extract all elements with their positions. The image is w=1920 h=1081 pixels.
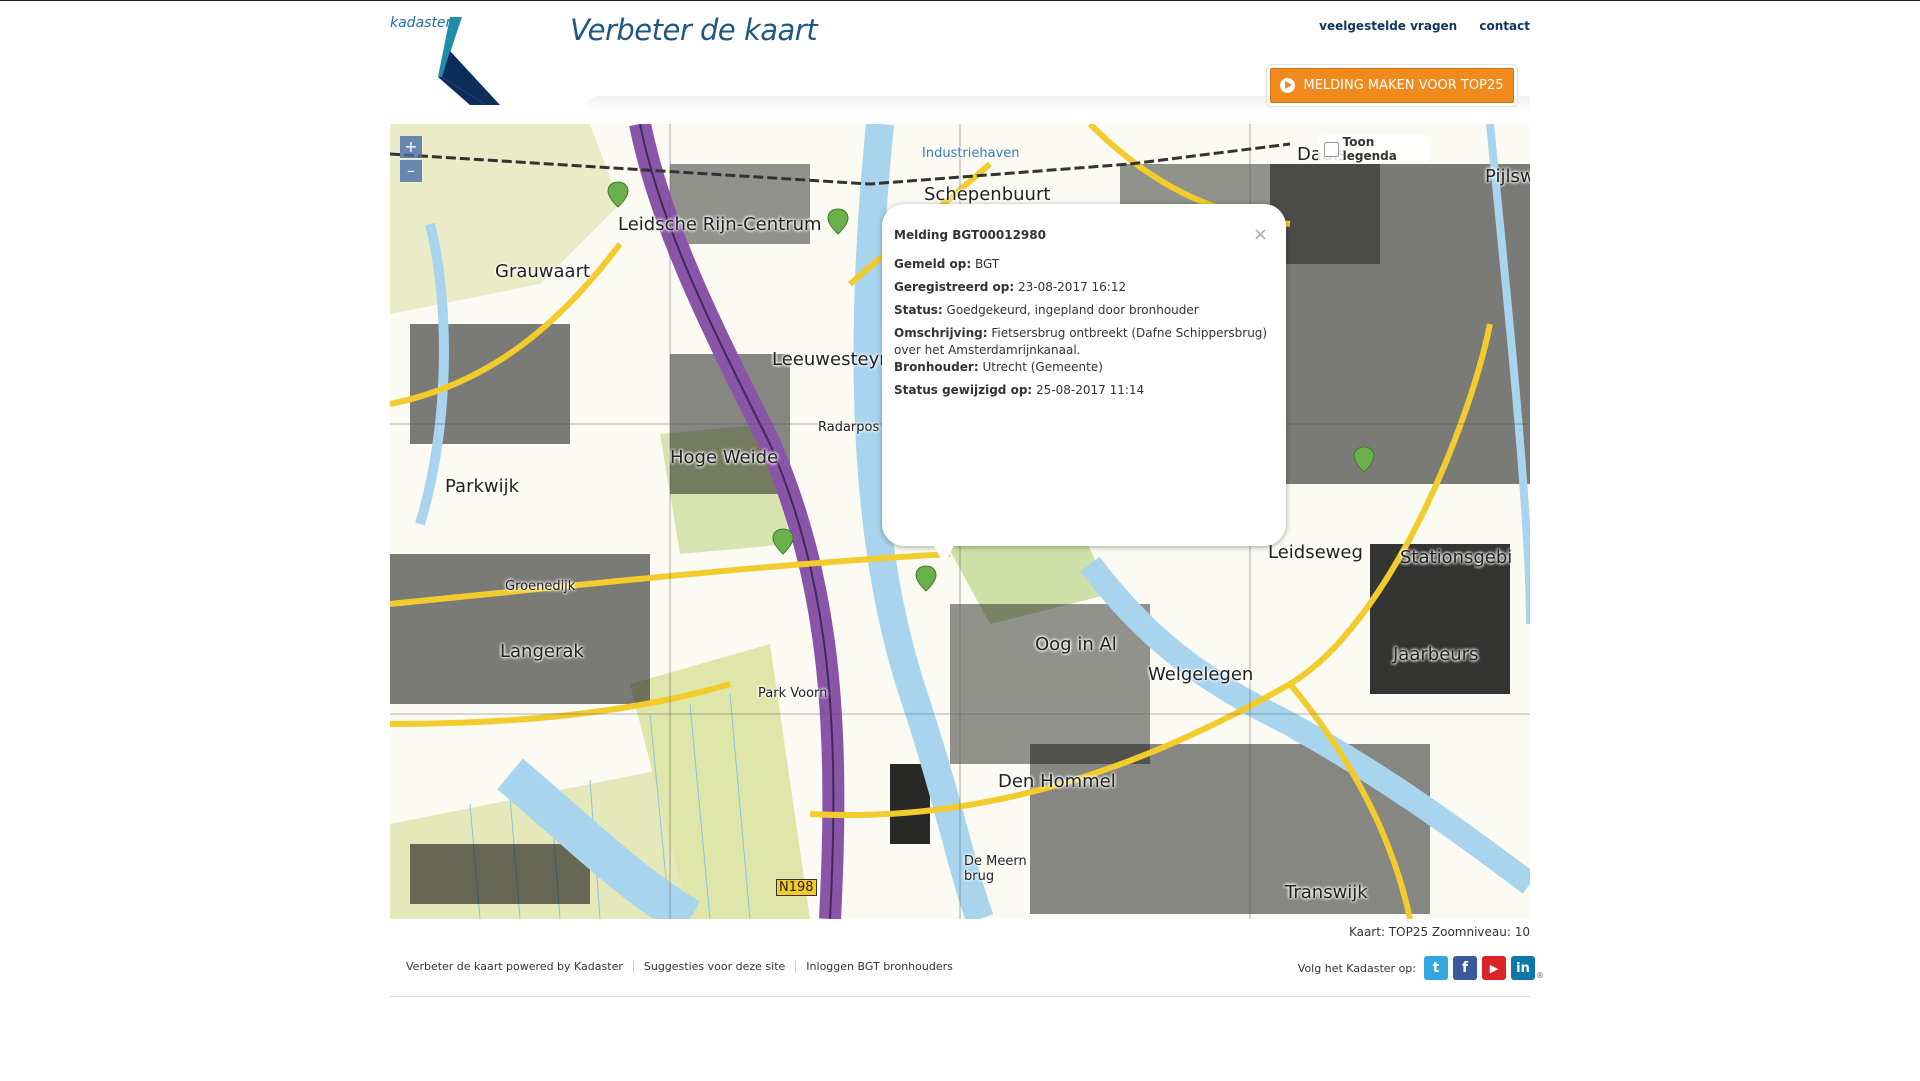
map-label-industriehaven: Industriehaven	[922, 146, 1020, 161]
faq-link[interactable]: veelgestelde vragen	[1319, 19, 1457, 33]
social-links: Volg het Kadaster op: t f ▶ in ®	[1298, 956, 1544, 980]
contact-link[interactable]: contact	[1479, 19, 1530, 33]
play-icon	[1280, 78, 1296, 93]
map-label-radarpos: Radarpos	[818, 420, 880, 435]
close-icon[interactable]: ×	[1253, 224, 1268, 245]
kadaster-logo[interactable]: kadaster	[390, 11, 520, 106]
zoom-controls: + –	[400, 136, 422, 184]
map-viewer[interactable]: Leidsche Rijn-Centrum Grauwaart Leeuwest…	[390, 124, 1530, 919]
map-label-jaarbeurs: Jaarbeurs	[1393, 644, 1479, 665]
footer-link-inloggen[interactable]: Inloggen BGT bronhouders	[795, 960, 963, 973]
registered-mark-icon: ®	[1536, 971, 1544, 980]
map-label-n198: N198	[776, 879, 817, 896]
site-title: Verbeter de kaart	[570, 13, 818, 47]
zoom-in-button[interactable]: +	[400, 136, 422, 158]
popup-pointer	[934, 546, 954, 564]
legend-toggle-label: Toon legenda	[1342, 135, 1397, 163]
facebook-icon[interactable]: f	[1453, 956, 1477, 980]
map-label-parkwijk: Parkwijk	[445, 476, 520, 497]
social-label: Volg het Kadaster op:	[1297, 961, 1416, 975]
map-label-park-voorn: Park Voorn	[758, 686, 828, 701]
map-label-hoge-weide: Hoge Weide	[670, 447, 779, 468]
popup-title: Melding BGT00012980	[894, 228, 1046, 242]
footer-links: Verbeter de kaart powered by Kadaster Su…	[406, 960, 963, 973]
popup-field: Omschrijving: Fietsersbrug ontbreekt (Da…	[894, 326, 1268, 357]
legend-checkbox[interactable]	[1324, 141, 1339, 157]
map-label-leeuwesteyn: Leeuwesteyn	[772, 349, 891, 370]
report-popup: × Melding BGT00012980 Gemeld op: BGT Ger…	[882, 204, 1286, 564]
map-label-stationsgebied: Stationsgebi	[1400, 547, 1513, 568]
page: kadaster Verbeter de kaart veelgestelde …	[390, 1, 1544, 1081]
linkedin-icon[interactable]: in	[1511, 956, 1535, 980]
map-label-grauwaart: Grauwaart	[495, 261, 591, 282]
map-info: Kaart: TOP25 Zoomniveau: 10	[1348, 925, 1530, 939]
footer-link-powered-by[interactable]: Verbeter de kaart powered by Kadaster	[406, 960, 633, 973]
map-label-leidsche-rijn: Leidsche Rijn-Centrum	[618, 214, 822, 235]
popup-field: Geregistreerd op: 23-08-2017 16:12	[894, 280, 1127, 294]
map-label-transwijk: Transwijk	[1285, 882, 1368, 903]
map-label-oog-in-al: Oog in Al	[1035, 634, 1117, 655]
youtube-icon[interactable]: ▶	[1482, 956, 1506, 980]
map-label-schepenbuurt: Schepenbuurt	[924, 184, 1051, 205]
map-label-groenedijk: Groenedijk	[505, 579, 576, 594]
map-label-leidseweg: Leidseweg	[1268, 542, 1363, 563]
popup-field: Bronhouder: Utrecht (Gemeente)	[894, 360, 1103, 374]
popup-field: Status: Goedgekeurd, ingepland door bron…	[894, 303, 1199, 317]
map-label-welgelegen: Welgelegen	[1148, 664, 1254, 685]
map-label-langerak: Langerak	[500, 641, 584, 662]
report-button[interactable]: MELDING MAKEN VOOR TOP25	[1270, 68, 1514, 103]
twitter-icon[interactable]: t	[1424, 956, 1448, 980]
popup-field: Status gewijzigd op: 25-08-2017 11:14	[894, 383, 1145, 397]
map-label-pijlsw: Pijlsw	[1485, 166, 1530, 187]
legend-toggle[interactable]: Toon legenda	[1318, 135, 1430, 163]
footer-link-suggesties[interactable]: Suggesties voor deze site	[632, 960, 795, 973]
map-label-de-meern-brug: De Meern brug	[964, 854, 1027, 884]
top-links: veelgestelde vragen contact	[1301, 19, 1530, 33]
report-button-label: MELDING MAKEN VOOR TOP25	[1303, 78, 1504, 93]
zoom-out-button[interactable]: –	[400, 160, 422, 182]
logo-text: kadaster	[390, 15, 452, 31]
footer: Verbeter de kaart powered by Kadaster Su…	[390, 956, 1544, 997]
popup-field: Gemeld op: BGT	[894, 257, 1000, 271]
map-label-den-hommel: Den Hommel	[998, 771, 1116, 792]
